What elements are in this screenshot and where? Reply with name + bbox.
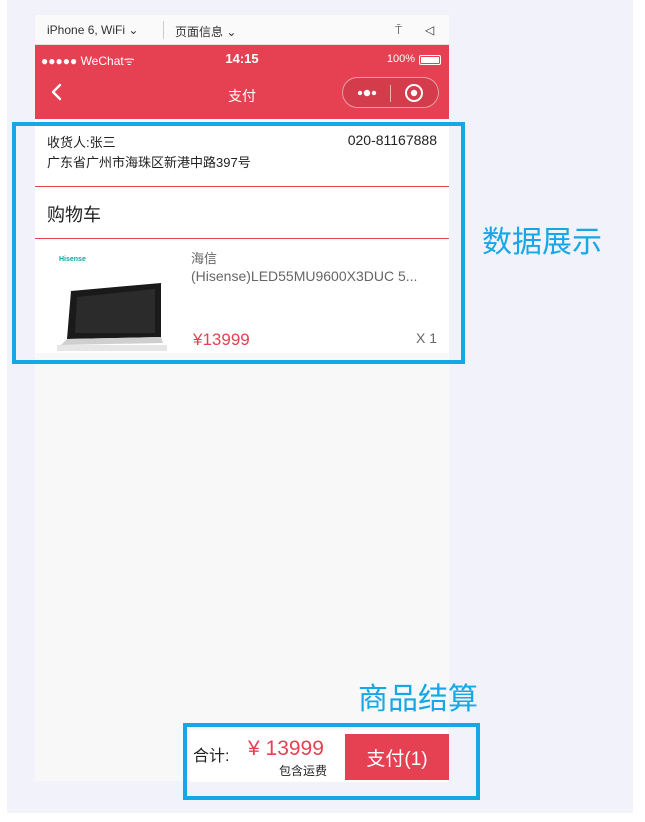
- close-icon[interactable]: [403, 82, 425, 104]
- pin-icon[interactable]: ⍑: [395, 23, 402, 38]
- battery-icon: [419, 55, 441, 65]
- data-display-highlight: [12, 122, 465, 364]
- more-dots-icon[interactable]: [353, 83, 381, 103]
- simulator-toolbar: iPhone 6, WiFi ⌄ 页面信息 ⌄ ⍑ ◁: [35, 15, 449, 45]
- checkout-highlight: [183, 723, 480, 800]
- battery-percent: 100%: [386, 53, 415, 65]
- page-info-menu[interactable]: 页面信息 ⌄: [175, 23, 236, 40]
- data-display-label: 数据展示: [482, 226, 602, 259]
- capsule-divider: [390, 85, 391, 102]
- toolbar-divider: [163, 21, 164, 39]
- device-selector[interactable]: iPhone 6, WiFi ⌄: [47, 23, 138, 37]
- mini-program-capsule: [342, 77, 439, 108]
- checkout-label: 商品结算: [358, 683, 478, 716]
- wechat-header: ●●●●● WeChatᯤ 14:15 100% 支付: [35, 45, 449, 119]
- sound-icon[interactable]: ◁: [425, 23, 434, 37]
